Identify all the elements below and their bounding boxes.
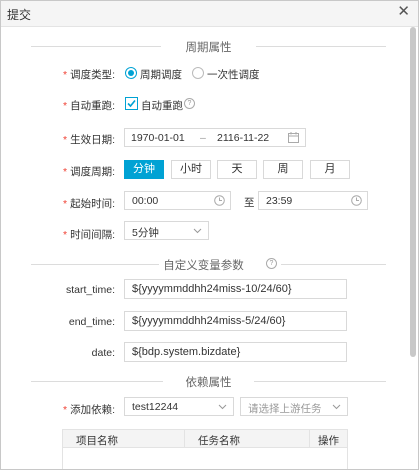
param-date-label: date: <box>91 347 115 359</box>
param-date-input[interactable]: ${bdp.system.bizdate} <box>124 342 347 362</box>
param-date-value: ${bdp.system.bizdate} <box>132 346 241 358</box>
upstream-task-select[interactable]: 请选择上游任务 <box>240 397 348 416</box>
required-mark: * <box>62 229 68 241</box>
param-start-time-label: start_time: <box>65 284 115 296</box>
calendar-icon[interactable] <box>288 132 299 143</box>
column-action: 操作 <box>318 435 339 447</box>
required-mark: * <box>62 404 68 416</box>
section-title: 依赖属性 <box>185 377 232 389</box>
date-range-picker[interactable]: 1970-01-01 – 2116-11-22 <box>124 128 306 147</box>
label-text: 自动重跑: <box>70 100 115 112</box>
divider <box>256 46 386 47</box>
auto-rerun-checkbox-label: 自动重跑 <box>141 100 183 112</box>
time-to-input[interactable]: 23:59 <box>258 191 368 210</box>
scrollbar[interactable] <box>410 27 416 357</box>
time-from-value: 00:00 <box>132 195 159 207</box>
chevron-down-icon <box>332 404 341 410</box>
help-icon[interactable]: ? <box>184 98 195 109</box>
time-to-label: 至 <box>244 197 255 209</box>
label-text: 时间间隔: <box>70 229 115 241</box>
label-text: 起始时间: <box>70 198 115 210</box>
required-mark: * <box>62 166 68 178</box>
required-mark: * <box>62 69 68 81</box>
table-header: 项目名称 任务名称 操作 <box>63 430 347 448</box>
date-separator: – <box>200 132 206 144</box>
radio-once[interactable] <box>192 67 204 79</box>
effective-date-label: * 生效日期: <box>1 132 115 147</box>
clock-icon[interactable] <box>214 195 225 206</box>
divider <box>309 430 310 447</box>
date-end: 2116-11-22 <box>217 132 270 144</box>
param-start-time-input[interactable]: ${yyyymmddhh24miss-10/24/60} <box>124 279 347 299</box>
upstream-task-placeholder: 请选择上游任务 <box>248 403 322 415</box>
dependency-table: 项目名称 任务名称 操作 <box>62 429 348 469</box>
dialog-header: 提交 ✕ <box>1 1 418 27</box>
param-end-time-value: ${yyyymmddhh24miss-5/24/60} <box>132 315 286 327</box>
close-icon[interactable]: ✕ <box>397 4 410 20</box>
divider <box>184 430 185 447</box>
required-mark: * <box>62 134 68 146</box>
period-month-button[interactable]: 月 <box>310 160 350 179</box>
auto-rerun-checkbox[interactable] <box>125 97 138 110</box>
period-minute-button[interactable]: 分钟 <box>124 160 164 179</box>
section-dependency: 依赖属性 <box>31 374 386 389</box>
time-to-value: 23:59 <box>266 195 293 207</box>
divider <box>281 264 386 265</box>
submit-dialog: 提交 ✕ 周期属性 * 调度类型: 周期调度 一次性调度 * 自动重跑: 自动重跑 … <box>0 0 419 470</box>
label-text: 调度周期: <box>70 166 115 178</box>
radio-periodic[interactable] <box>125 67 137 79</box>
interval-value: 5分钟 <box>132 227 159 239</box>
interval-select[interactable]: 5分钟 <box>124 221 209 240</box>
param-end-time-label: end_time: <box>68 316 115 328</box>
chevron-down-icon <box>193 228 202 234</box>
dialog-title: 提交 <box>7 8 32 22</box>
schedule-period-label: * 调度周期: <box>1 164 115 179</box>
project-select[interactable]: test12244 <box>124 397 234 416</box>
label-text: 添加依赖: <box>70 404 115 416</box>
time-from-input[interactable]: 00:00 <box>124 191 231 210</box>
period-day-button[interactable]: 天 <box>217 160 257 179</box>
section-title: 周期属性 <box>185 42 232 54</box>
required-mark: * <box>62 100 68 112</box>
param-end-time-input[interactable]: ${yyyymmddhh24miss-5/24/60} <box>124 311 347 331</box>
schedule-type-label: * 调度类型: <box>1 67 115 82</box>
label-text: 调度类型: <box>70 69 115 81</box>
interval-label: * 时间间隔: <box>1 227 115 242</box>
auto-rerun-label: * 自动重跑: <box>1 98 115 113</box>
section-period: 周期属性 <box>31 39 386 54</box>
column-task: 任务名称 <box>198 435 240 447</box>
radio-periodic-label: 周期调度 <box>140 69 182 81</box>
check-icon <box>127 99 136 108</box>
date-start: 1970-01-01 <box>131 132 185 144</box>
section-title: 自定义变量参数 <box>163 260 244 272</box>
param-start-time-value: ${yyyymmddhh24miss-10/24/60} <box>132 283 292 295</box>
section-params: 自定义变量参数 ? <box>31 257 386 272</box>
start-time-label: * 起始时间: <box>1 196 115 211</box>
label-text: 生效日期: <box>70 134 115 146</box>
chevron-down-icon <box>218 404 227 410</box>
help-icon[interactable]: ? <box>266 258 277 269</box>
required-mark: * <box>62 198 68 210</box>
add-dependency-label: * 添加依赖: <box>1 402 115 417</box>
project-value: test12244 <box>132 401 179 413</box>
radio-once-label: 一次性调度 <box>207 69 260 81</box>
divider <box>254 381 386 382</box>
clock-icon[interactable] <box>351 195 362 206</box>
column-project: 项目名称 <box>76 435 118 447</box>
period-hour-button[interactable]: 小时 <box>171 160 211 179</box>
period-week-button[interactable]: 周 <box>263 160 303 179</box>
